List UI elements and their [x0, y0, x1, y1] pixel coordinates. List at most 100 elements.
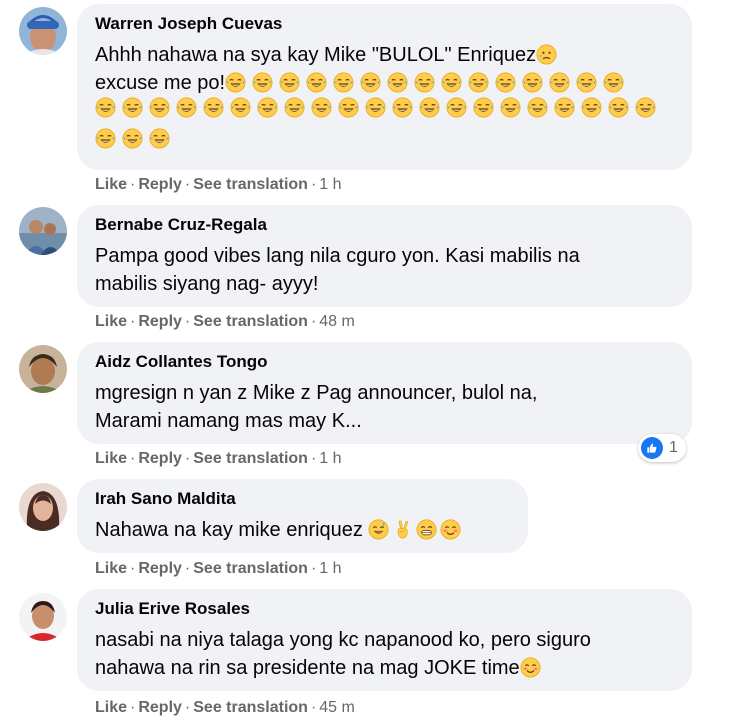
joy-face-icon	[225, 72, 246, 93]
joy-face-icon	[311, 97, 332, 118]
like-link[interactable]: Like	[95, 699, 127, 716]
separator: ·	[130, 176, 136, 193]
comment-text-line1: Ahhh nahawa na sya kay Mike "BULOL" Enri…	[95, 44, 537, 66]
separator: ·	[310, 699, 317, 716]
joy-face-icon	[414, 72, 435, 93]
avatar[interactable]	[19, 593, 67, 641]
joy-face-icon	[230, 97, 251, 118]
avatar[interactable]	[19, 345, 67, 393]
joy-face-icon	[392, 97, 413, 118]
timestamp[interactable]: 1 h	[319, 450, 341, 467]
worried-face-icon	[536, 44, 557, 65]
comment-actions: Like · Reply · See translation · 45 m	[95, 698, 355, 718]
comment-author[interactable]: Julia Erive Rosales	[95, 598, 674, 620]
thumbs-up-icon	[641, 437, 663, 459]
reply-link[interactable]: Reply	[138, 699, 182, 716]
reaction-summary[interactable]: 1	[638, 434, 686, 462]
comment-author[interactable]: Bernabe Cruz-Regala	[95, 214, 674, 236]
blush-icon	[440, 519, 461, 540]
joy-face-icon	[122, 128, 143, 149]
joy-face-icon	[203, 97, 224, 118]
joy-face-icon	[576, 72, 597, 93]
like-link[interactable]: Like	[95, 450, 127, 467]
joy-face-icon	[149, 97, 170, 118]
joy-face-icon	[122, 97, 143, 118]
joy-face-icon	[284, 97, 305, 118]
comment-text-line1: Nahawa na kay mike enriquez	[95, 519, 363, 541]
reply-link[interactable]: Reply	[138, 313, 182, 330]
joy-face-icon	[554, 97, 575, 118]
see-translation-link[interactable]: See translation	[193, 176, 308, 193]
comment-text: Nahawa na kay mike enriquez	[95, 516, 510, 544]
joy-face-icon	[95, 97, 116, 118]
separator: ·	[184, 176, 191, 193]
joy-face-icon	[176, 97, 197, 118]
timestamp[interactable]: 45 m	[319, 699, 355, 716]
like-link[interactable]: Like	[95, 313, 127, 330]
joy-face-icon	[95, 128, 116, 149]
blush-icon	[520, 657, 541, 678]
joy-face-icon	[279, 72, 300, 93]
joy-face-icon	[608, 97, 629, 118]
timestamp[interactable]: 48 m	[319, 313, 355, 330]
emoji-group	[95, 128, 674, 159]
joy-face-icon	[441, 72, 462, 93]
comment-author[interactable]: Warren Joseph Cuevas	[95, 13, 674, 35]
joy-face-icon	[306, 72, 327, 93]
joy-face-icon	[149, 128, 170, 149]
joy-face-icon	[522, 72, 543, 93]
joy-face-icon	[252, 72, 273, 93]
comment-bubble: Bernabe Cruz-Regala Pampa good vibes lan…	[77, 205, 692, 307]
joy-face-icon	[387, 72, 408, 93]
comment-emoji-row: excuse me po!	[95, 69, 674, 97]
reaction-count: 1	[669, 439, 678, 456]
joy-face-icon	[446, 97, 467, 118]
joy-face-icon	[549, 72, 570, 93]
victory-hand-icon	[392, 519, 413, 540]
joy-face-icon	[257, 97, 278, 118]
emoji-group	[225, 72, 630, 94]
separator: ·	[184, 699, 191, 716]
see-translation-link[interactable]: See translation	[193, 560, 308, 577]
comment-text: Ahhh nahawa na sya kay Mike "BULOL" Enri…	[95, 41, 674, 69]
see-translation-link[interactable]: See translation	[193, 313, 308, 330]
joy-face-icon	[365, 97, 386, 118]
like-link[interactable]: Like	[95, 176, 127, 193]
timestamp[interactable]: 1 h	[319, 176, 341, 193]
separator: ·	[130, 313, 136, 330]
see-translation-link[interactable]: See translation	[193, 699, 308, 716]
reply-link[interactable]: Reply	[138, 560, 182, 577]
avatar[interactable]	[19, 483, 67, 531]
timestamp[interactable]: 1 h	[319, 560, 341, 577]
separator: ·	[184, 450, 191, 467]
comment-text-line2: excuse me po!	[95, 72, 226, 94]
sweat-smile-icon	[368, 519, 389, 540]
joy-face-icon	[495, 72, 516, 93]
avatar[interactable]	[19, 207, 67, 255]
comment-text-line2: nahawa na rin sa presidente na mag JOKE …	[95, 657, 520, 679]
grin-icon	[416, 519, 437, 540]
reply-link[interactable]: Reply	[138, 450, 182, 467]
separator: ·	[184, 560, 191, 577]
comment-text-line1: mgresign n yan z Mike z Pag announcer, b…	[95, 382, 538, 404]
comment-bubble: Aidz Collantes Tongo mgresign n yan z Mi…	[77, 342, 692, 444]
see-translation-link[interactable]: See translation	[193, 450, 308, 467]
like-link[interactable]: Like	[95, 560, 127, 577]
separator: ·	[310, 450, 317, 467]
comment-author[interactable]: Irah Sano Maldita	[95, 488, 510, 510]
reply-link[interactable]: Reply	[138, 176, 182, 193]
joy-face-icon	[473, 97, 494, 118]
avatar[interactable]	[19, 7, 67, 55]
comment-actions: Like · Reply · See translation · 1 h	[95, 449, 342, 469]
comment-text-line2: mabilis siyang nag- ayyy!	[95, 273, 319, 295]
joy-face-icon	[581, 97, 602, 118]
joy-face-icon	[360, 72, 381, 93]
joy-face-icon	[468, 72, 489, 93]
comment-text-line2: Marami namang mas may K...	[95, 410, 362, 432]
joy-face-icon	[527, 97, 548, 118]
comment-author[interactable]: Aidz Collantes Tongo	[95, 351, 674, 373]
comment-bubble: Irah Sano Maldita Nahawa na kay mike enr…	[77, 479, 528, 553]
comment-bubble: Julia Erive Rosales nasabi na niya talag…	[77, 589, 692, 691]
comment-text: nahawa na rin sa presidente na mag JOKE …	[95, 654, 674, 682]
separator: ·	[310, 176, 317, 193]
